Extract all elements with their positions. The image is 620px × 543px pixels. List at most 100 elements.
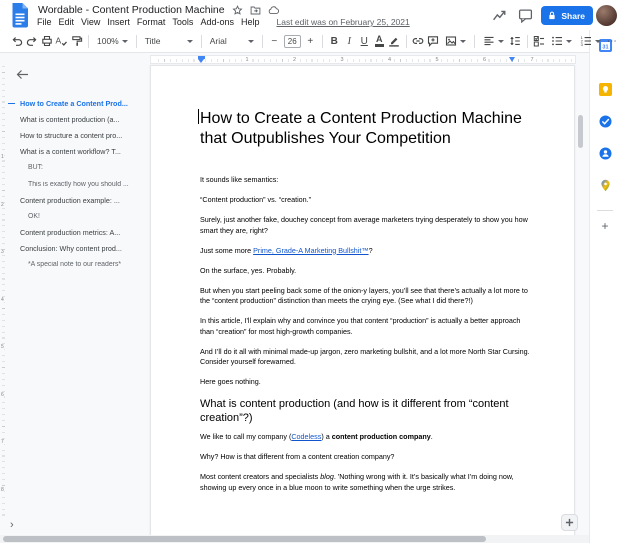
insert-link-button[interactable]: [411, 33, 426, 50]
document-page[interactable]: How to Create a Content Production Machi…: [150, 65, 575, 535]
increase-font-button[interactable]: +: [303, 33, 318, 50]
line-spacing-button[interactable]: [508, 33, 523, 50]
maps-icon[interactable]: [598, 178, 612, 192]
underline-button[interactable]: U: [357, 33, 372, 50]
outline-item[interactable]: Content production example: ...: [8, 192, 146, 208]
outline-item[interactable]: How to structure a content pro...: [8, 127, 146, 143]
outline-item[interactable]: BUT:: [8, 160, 146, 176]
outline-item[interactable]: This is exactly how you should ...: [8, 176, 146, 192]
print-button[interactable]: [39, 33, 54, 50]
bold-button[interactable]: B: [327, 33, 342, 50]
docs-logo-icon[interactable]: [10, 3, 30, 28]
doc-paragraph[interactable]: Just some more Prime, Grade-A Marketing …: [200, 246, 533, 257]
more-options-button[interactable]: ⋯: [605, 33, 620, 50]
insights-icon[interactable]: [492, 8, 508, 24]
horizontal-scrollbar[interactable]: [0, 535, 589, 543]
menu-help[interactable]: Help: [241, 17, 260, 27]
chevron-down-icon: [498, 40, 504, 43]
horizontal-ruler[interactable]: 1234567: [150, 55, 576, 64]
add-comment-button[interactable]: [426, 33, 441, 50]
italic-button[interactable]: I: [342, 33, 357, 50]
align-button[interactable]: [479, 35, 508, 47]
zoom-select[interactable]: 100%: [93, 36, 132, 46]
paint-format-button[interactable]: [69, 33, 84, 50]
doc-text: Surely, just another fake, douchey conce…: [200, 215, 528, 235]
insert-image-button[interactable]: [441, 35, 470, 47]
horizontal-scrollbar-thumb[interactable]: [3, 536, 486, 542]
get-add-ons-button[interactable]: +: [601, 221, 608, 231]
align-left-icon: [483, 35, 495, 47]
doc-paragraph[interactable]: And I’ll do it all with minimal made-up …: [200, 347, 533, 368]
doc-link[interactable]: Codeless: [291, 432, 321, 441]
vertical-scrollbar[interactable]: [578, 115, 583, 148]
tasks-icon[interactable]: [598, 114, 612, 128]
outline-item-label: What is a content workflow? T...: [20, 147, 121, 156]
google-docs-window: Wordable - Content Production Machine Fi…: [0, 0, 620, 543]
keep-icon[interactable]: [598, 82, 612, 96]
menu-format[interactable]: Format: [137, 17, 166, 27]
outline-item[interactable]: Conclusion: Why content prod...: [8, 241, 146, 257]
doc-link[interactable]: Prime, Grade-A Marketing Bullshit™: [253, 246, 368, 255]
doc-text: We like to call my company (: [200, 432, 291, 441]
ruler-number: 8: [1, 487, 4, 493]
text-color-button[interactable]: A: [372, 33, 387, 50]
outline-item[interactable]: How to Create a Content Prod...: [8, 95, 146, 111]
document-title[interactable]: Wordable - Content Production Machine: [38, 4, 225, 16]
outline-item-label: Content production metrics: A...: [20, 228, 120, 237]
doc-paragraph[interactable]: Surely, just another fake, douchey conce…: [200, 215, 533, 236]
menu-view[interactable]: View: [81, 17, 100, 27]
outline-item-label: What is content production (a...: [20, 115, 119, 124]
doc-text: Here goes nothing.: [200, 377, 261, 386]
spellcheck-button[interactable]: A: [54, 33, 69, 50]
vertical-ruler[interactable]: 12345678: [0, 53, 8, 535]
doc-paragraph[interactable]: Why? How is that different from a conten…: [200, 452, 533, 463]
move-folder-icon[interactable]: [250, 5, 261, 16]
doc-text: It sounds like semantics:: [200, 175, 278, 184]
outline-item[interactable]: Content production metrics: A...: [8, 225, 146, 241]
menu-tools[interactable]: Tools: [172, 17, 193, 27]
highlight-color-button[interactable]: [387, 33, 402, 50]
menu-edit[interactable]: Edit: [59, 17, 75, 27]
styles-select[interactable]: Title: [141, 36, 197, 46]
toolbar: A 100% Title Arial − 26 + B I U A: [0, 30, 589, 53]
last-edit-link[interactable]: Last edit was on February 25, 2021: [276, 17, 409, 27]
menu-insert[interactable]: Insert: [107, 17, 130, 27]
doc-paragraph[interactable]: “Content production” vs. “creation.”: [200, 195, 533, 206]
doc-paragraph[interactable]: In this article, I’ll explain why and co…: [200, 316, 533, 337]
comments-icon[interactable]: [518, 8, 534, 24]
right-indent-marker[interactable]: [509, 57, 515, 62]
checklist-button[interactable]: [532, 33, 547, 50]
doc-paragraph[interactable]: It sounds like semantics:: [200, 175, 533, 186]
doc-heading-title[interactable]: How to Create a Content Production Machi…: [200, 109, 534, 149]
share-button[interactable]: Share: [541, 6, 593, 25]
outline-item[interactable]: *A special note to our readers*: [8, 257, 146, 273]
menu-file[interactable]: File: [37, 17, 52, 27]
contacts-icon[interactable]: [598, 146, 612, 160]
menu-addons[interactable]: Add-ons: [200, 17, 234, 27]
left-indent-marker[interactable]: [198, 56, 205, 59]
outline-item[interactable]: What is a content workflow? T...: [8, 144, 146, 160]
doc-paragraph[interactable]: But when you start peeling back some of …: [200, 286, 533, 307]
undo-button[interactable]: [9, 33, 24, 50]
document-body: It sounds like semantics: “Content produc…: [200, 175, 533, 493]
font-size-input[interactable]: 26: [284, 35, 301, 48]
star-icon[interactable]: [232, 5, 243, 16]
font-select[interactable]: Arial: [206, 36, 258, 46]
doc-heading[interactable]: What is content production (and how is i…: [200, 397, 533, 425]
cloud-status-icon[interactable]: [268, 5, 279, 16]
close-outline-button[interactable]: [16, 69, 30, 81]
doc-paragraph[interactable]: We like to call my company (Codeless) a …: [200, 432, 533, 443]
numbered-list-button[interactable]: 123: [576, 35, 605, 47]
doc-paragraph[interactable]: Most content creators and specialists bl…: [200, 472, 533, 493]
doc-paragraph[interactable]: On the surface, yes. Probably.: [200, 266, 533, 277]
redo-button[interactable]: [24, 33, 39, 50]
bulleted-list-button[interactable]: [547, 35, 576, 47]
ruler-ticks: [2, 61, 5, 519]
hide-side-panel-button[interactable]: ›: [10, 519, 609, 531]
decrease-font-button[interactable]: −: [267, 33, 282, 50]
outline-item[interactable]: OK!: [8, 208, 146, 224]
avatar[interactable]: [596, 5, 617, 26]
outline-item[interactable]: What is content production (a...: [8, 111, 146, 127]
doc-paragraph[interactable]: Here goes nothing.: [200, 377, 533, 388]
rail-divider: [597, 210, 613, 211]
